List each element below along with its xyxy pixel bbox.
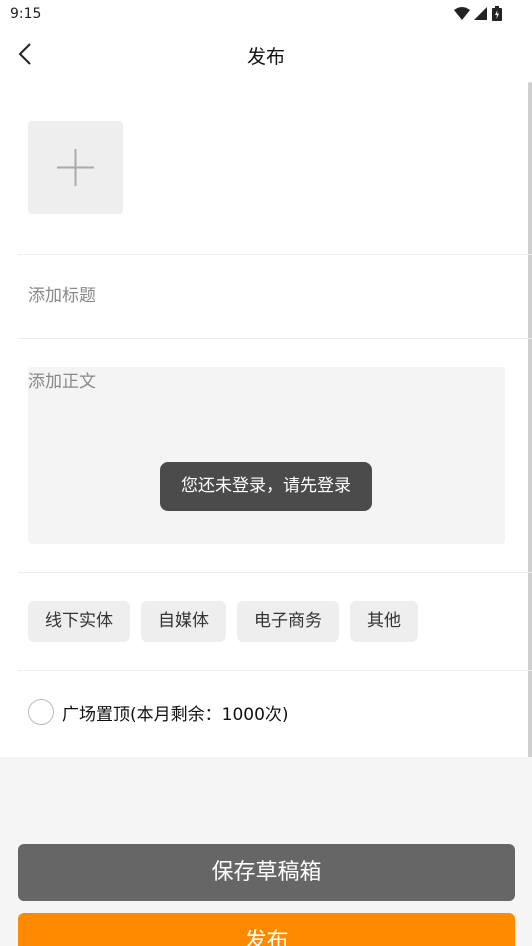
divider [18,254,532,255]
pin-label: 广场置顶(本月剩余：1000次) [62,704,289,725]
wifi-icon [454,6,470,20]
category-tags: 线下实体 自媒体 电子商务 其他 [28,601,418,642]
publish-button[interactable]: 发布 [18,913,515,946]
signal-icon [474,6,487,20]
status-icons [454,6,502,21]
tag-e-commerce[interactable]: 电子商务 [237,601,339,642]
save-draft-button[interactable]: 保存草稿箱 [18,844,515,901]
title-input[interactable] [28,280,508,312]
divider [18,572,532,573]
pin-to-top-option[interactable]: 广场置顶(本月剩余：1000次) [28,699,289,725]
publish-page: 9:15 发布 添加标题 添加正文 您还未登录，请先登录 线下实体 自媒体 电子… [0,0,532,946]
tag-offline-entity[interactable]: 线下实体 [28,601,130,642]
divider [18,338,532,339]
status-time: 9:15 [10,6,42,22]
header-bar: 发布 [0,30,532,78]
pin-radio[interactable] [28,699,54,725]
page-title: 发布 [246,46,285,68]
body-area [28,367,505,544]
status-bar: 9:15 [0,0,532,30]
plus-icon [57,149,94,186]
battery-icon [492,6,502,21]
tag-other[interactable]: 其他 [350,601,418,642]
add-image-button[interactable] [28,121,123,214]
tag-self-media[interactable]: 自媒体 [141,601,226,642]
body-input[interactable] [28,367,505,544]
login-toast: 您还未登录，请先登录 [160,462,372,511]
divider [18,670,532,671]
